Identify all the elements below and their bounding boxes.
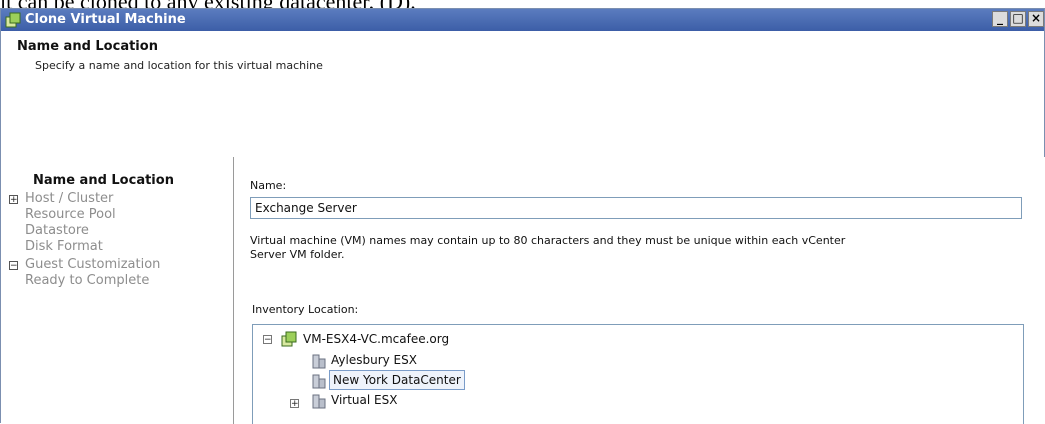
vm-clone-icon — [5, 12, 21, 28]
tree-node-new-york-datacenter[interactable]: New York DataCenter — [329, 370, 465, 390]
wizard-header: Name and Location Specify a name and loc… — [1, 31, 1044, 158]
step-disk-format[interactable]: Disk Format — [25, 239, 103, 254]
page-subtitle: Specify a name and location for this vir… — [35, 59, 323, 72]
collapse-icon[interactable]: − — [263, 335, 272, 345]
maximize-button[interactable]: □ — [1010, 11, 1026, 27]
tree-node-aylesbury-esx[interactable]: Aylesbury ESX — [331, 351, 417, 369]
wizard-steps: Name and Location + Host / Cluster Resou… — [1, 157, 234, 424]
step-ready-to-complete[interactable]: Ready to Complete — [25, 273, 149, 288]
title-bar[interactable]: Clone Virtual Machine _ □ × — [1, 9, 1044, 31]
datacenter-icon — [312, 354, 326, 369]
tree-node-virtual-esx[interactable]: Virtual ESX — [331, 391, 397, 409]
datacenter-icon — [312, 394, 326, 409]
close-button[interactable]: × — [1028, 11, 1044, 27]
name-label: Name: — [250, 179, 287, 192]
minimize-button[interactable]: _ — [992, 11, 1008, 27]
step-datastore[interactable]: Datastore — [25, 223, 89, 238]
page-title: Name and Location — [17, 39, 158, 54]
window-title: Clone Virtual Machine — [25, 12, 186, 27]
step-guest-customization[interactable]: Guest Customization — [25, 257, 160, 272]
expand-icon[interactable]: + — [290, 399, 299, 409]
wizard-content: Name: Virtual machine (VM) names may con… — [234, 157, 1045, 424]
tree-node-vcenter[interactable]: VM-ESX4-VC.mcafee.org — [303, 330, 449, 348]
step-host-cluster[interactable]: Host / Cluster — [25, 191, 113, 206]
inventory-location-label: Inventory Location: — [252, 303, 359, 316]
inventory-tree[interactable]: − VM-ESX4-VC.mcafee.org Aylesbury ESX Ne… — [252, 324, 1024, 424]
step-name-and-location[interactable]: Name and Location — [33, 173, 174, 188]
collapse-icon[interactable]: − — [9, 261, 18, 271]
step-resource-pool[interactable]: Resource Pool — [25, 207, 116, 222]
clone-vm-window: Clone Virtual Machine _ □ × Name and Loc… — [0, 8, 1045, 424]
expand-icon[interactable]: + — [9, 195, 18, 205]
name-hint-text: Virtual machine (VM) names may contain u… — [250, 234, 846, 261]
vm-name-input[interactable] — [250, 197, 1022, 219]
datacenter-icon — [312, 374, 326, 389]
window-controls: _ □ × — [990, 11, 1044, 29]
vcenter-icon — [281, 331, 297, 347]
